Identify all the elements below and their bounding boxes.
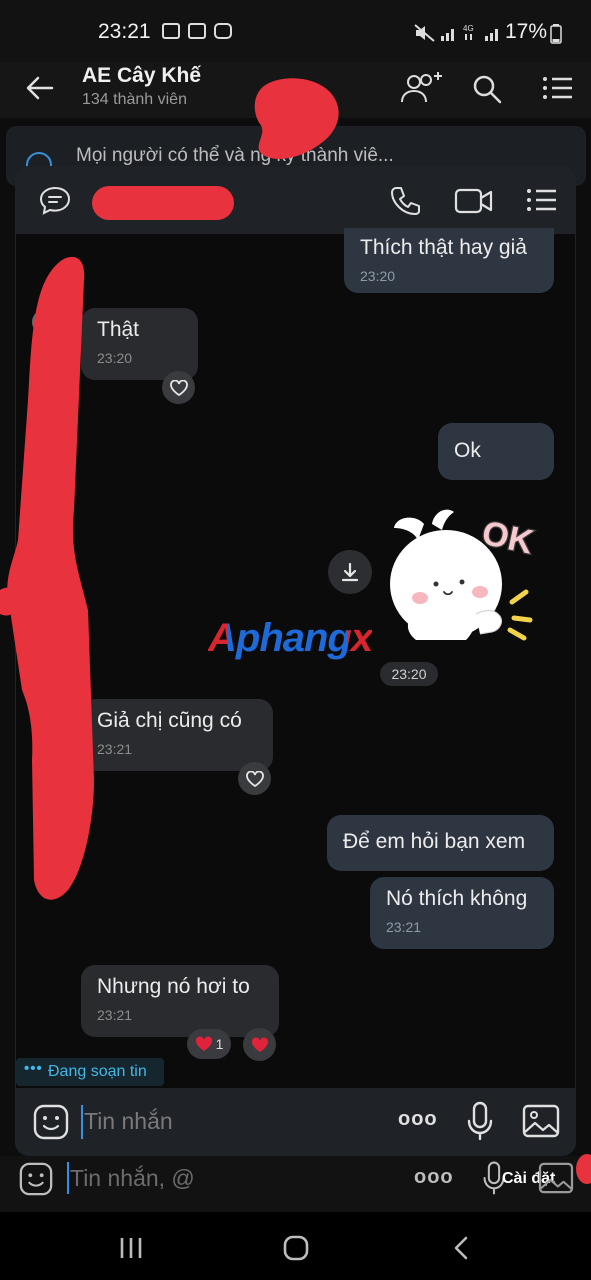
recent-apps-icon[interactable] bbox=[118, 1236, 144, 1260]
typing-label: Đang soạn tin bbox=[48, 1063, 147, 1080]
redaction-scribble bbox=[0, 78, 339, 900]
battery-icon bbox=[550, 24, 562, 44]
home-icon[interactable] bbox=[282, 1234, 310, 1262]
video-call-icon[interactable] bbox=[454, 186, 494, 216]
reaction-count: 1 bbox=[215, 1036, 224, 1052]
typing-dots: ••• bbox=[24, 1060, 43, 1077]
sticker-time: 23:20 bbox=[380, 662, 438, 686]
message-text: Ok bbox=[454, 439, 481, 462]
heart-filled-icon bbox=[251, 1036, 268, 1052]
message-time: 23:20 bbox=[360, 268, 396, 284]
message-outgoing[interactable]: Nó thích không 23:21 bbox=[370, 877, 554, 949]
message-text: Để em hỏi bạn xem bbox=[343, 830, 526, 853]
message-outgoing[interactable]: Để em hỏi bạn xem bbox=[327, 815, 554, 871]
status-bar bbox=[0, 0, 591, 62]
image-gallery-icon[interactable] bbox=[522, 1104, 560, 1138]
text-caret bbox=[67, 1162, 69, 1194]
back-nav-icon[interactable] bbox=[452, 1235, 470, 1261]
reaction-summary[interactable]: 1 bbox=[187, 1029, 231, 1059]
battery-percent: 17% bbox=[504, 20, 547, 43]
message-time: 23:21 bbox=[386, 919, 422, 935]
status-time: 23:21 bbox=[98, 20, 151, 43]
4g-icon: 4G bbox=[463, 24, 474, 40]
gallery-notification-icon bbox=[162, 23, 180, 39]
more-options-button[interactable]: ooo bbox=[398, 1108, 438, 1131]
message-text: Nó thích không bbox=[386, 887, 528, 910]
signal-icon bbox=[441, 29, 454, 41]
search-icon[interactable] bbox=[472, 74, 502, 104]
heart-filled-icon bbox=[195, 1036, 212, 1051]
image-gallery-icon[interactable] bbox=[538, 1162, 574, 1194]
app-notification-icon bbox=[214, 23, 232, 39]
mute-icon bbox=[414, 24, 435, 42]
message-text: Thích thật hay giả bbox=[360, 236, 527, 259]
group-message-input[interactable]: Tin nhắn, @ bbox=[70, 1165, 195, 1192]
zalo-notification-icon bbox=[188, 23, 206, 39]
sticker-emoji-icon[interactable] bbox=[18, 1161, 54, 1197]
message-input[interactable]: Tin nhắn bbox=[84, 1108, 173, 1135]
more-options-button[interactable]: ooo bbox=[414, 1166, 454, 1189]
sticker-emoji-icon[interactable] bbox=[32, 1103, 70, 1141]
signal-icon-2 bbox=[485, 29, 498, 41]
text-caret bbox=[81, 1105, 83, 1139]
svg-text:4G: 4G bbox=[463, 24, 474, 33]
phone-call-icon[interactable] bbox=[388, 184, 422, 218]
chat-options-icon[interactable] bbox=[526, 188, 558, 212]
menu-list-icon[interactable] bbox=[542, 76, 574, 100]
microphone-icon[interactable] bbox=[466, 1101, 494, 1141]
message-outgoing[interactable]: Thích thật hay giả 23:20 bbox=[344, 228, 554, 293]
ok-sticker-image[interactable]: OK bbox=[384, 502, 554, 652]
react-heart-button[interactable] bbox=[243, 1028, 276, 1061]
message-outgoing[interactable]: Ok bbox=[438, 423, 554, 480]
add-member-icon[interactable] bbox=[398, 70, 444, 106]
notification-dot bbox=[576, 1154, 591, 1184]
